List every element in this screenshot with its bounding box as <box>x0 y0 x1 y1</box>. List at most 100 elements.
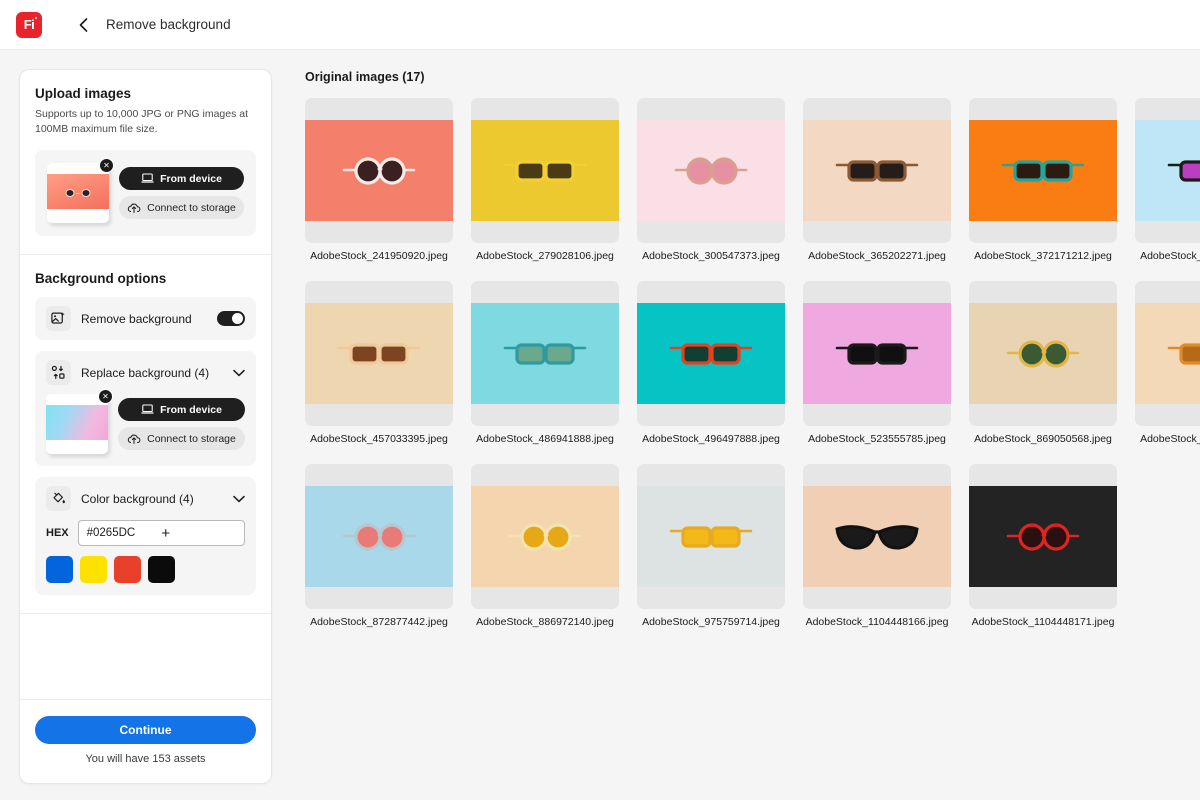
gallery-item[interactable]: AdobeStock_279028106.jpeg <box>471 98 619 262</box>
image-filename: AdobeStock_241950920.jpeg <box>305 250 453 262</box>
thumbnail-photo <box>803 486 951 587</box>
image-grid: AdobeStock_241950920.jpeg AdobeStock_279… <box>305 98 1200 628</box>
gallery-item[interactable]: AdobeStock_300547373.jpeg <box>637 98 785 262</box>
gallery-item[interactable]: AdobeStock_1104448171.jpeg <box>969 464 1117 628</box>
continue-button[interactable]: Continue <box>35 716 256 744</box>
image-thumbnail[interactable] <box>305 98 453 243</box>
image-thumbnail[interactable] <box>305 464 453 609</box>
replace-connect-storage-button[interactable]: Connect to storage <box>118 427 245 450</box>
remove-background-row[interactable]: Remove background <box>35 297 256 340</box>
image-thumbnail[interactable] <box>969 98 1117 243</box>
gallery-item[interactable]: AdobeStock_486941888.jpeg <box>471 281 619 445</box>
thumbnail-photo <box>471 486 619 587</box>
color-swatch-yellow[interactable] <box>80 556 107 583</box>
gallery-item[interactable]: AdobeStock_869050568.jpeg <box>969 281 1117 445</box>
gallery-item[interactable]: AdobeStock_372171212.jpeg <box>969 98 1117 262</box>
image-thumbnail[interactable] <box>1135 98 1200 243</box>
remove-replacement-preview-button[interactable]: ✕ <box>98 389 113 404</box>
firefly-logo[interactable]: Fi <box>16 12 42 38</box>
image-filename: AdobeStock_872877442.jpeg <box>305 616 453 628</box>
image-thumbnail[interactable] <box>637 98 785 243</box>
cloud-upload-icon <box>127 433 141 445</box>
color-swatch-black[interactable] <box>148 556 175 583</box>
replacement-image-preview[interactable]: ✕ <box>46 394 108 454</box>
image-filename: AdobeStock_975759714.jpeg <box>637 616 785 628</box>
cloud-upload-icon <box>127 202 141 214</box>
image-thumbnail[interactable] <box>969 281 1117 426</box>
image-thumbnail[interactable] <box>471 464 619 609</box>
image-thumbnail[interactable] <box>969 464 1117 609</box>
color-swatch-red[interactable] <box>114 556 141 583</box>
thumbnail-photo <box>471 303 619 404</box>
color-background-row[interactable]: Color background (4) <box>35 477 256 520</box>
replace-source-buttons: From device Connect to storage <box>118 398 245 450</box>
thumbnail-photo <box>305 303 453 404</box>
gallery-item[interactable]: AdobeStock_496497888.jpeg <box>637 281 785 445</box>
color-background-group: Color background (4) HEX #0265DC + <box>35 477 256 595</box>
remove-background-toggle[interactable] <box>217 311 245 326</box>
replace-background-body: ✕ From device <box>35 394 256 466</box>
hex-input[interactable]: #0265DC + <box>78 520 245 546</box>
replace-from-device-button[interactable]: From device <box>118 398 245 421</box>
gallery-item[interactable]: AdobeStock_523555785.jpeg <box>803 281 951 445</box>
thumbnail-photo <box>305 120 453 221</box>
image-filename: AdobeStock_869050568.jpeg <box>969 433 1117 445</box>
logo-spark-dot <box>35 17 37 19</box>
gallery-item[interactable]: AdobeStock_872877442.jpeg <box>305 464 453 628</box>
image-thumbnail[interactable] <box>637 464 785 609</box>
image-thumbnail[interactable] <box>471 98 619 243</box>
panel-footer: Continue You will have 153 assets <box>20 699 271 783</box>
gallery-item[interactable]: AdobeStock_886972140.jpeg <box>471 464 619 628</box>
color-swatch-blue[interactable] <box>46 556 73 583</box>
gallery-item[interactable]: AdobeStock_1104448166.jpeg <box>803 464 951 628</box>
assets-note: You will have 153 assets <box>35 753 256 765</box>
image-thumbnail[interactable] <box>803 281 951 426</box>
image-thumbnail[interactable] <box>471 281 619 426</box>
image-thumbnail[interactable] <box>1135 281 1200 426</box>
gallery-heading: Original images (17) <box>305 70 1200 84</box>
image-filename: AdobeStock_1104448171.jpeg <box>969 616 1117 628</box>
upload-from-device-button[interactable]: From device <box>119 167 244 190</box>
image-filename: AdobeStock_1104448166.jpeg <box>803 616 951 628</box>
thumbnail-photo <box>969 303 1117 404</box>
image-thumbnail[interactable] <box>803 464 951 609</box>
image-thumbnail[interactable] <box>637 281 785 426</box>
upload-section-hint: Supports up to 10,000 JPG or PNG images … <box>35 107 256 137</box>
add-color-button[interactable]: + <box>161 526 236 541</box>
upload-images-section: Upload images Supports up to 10,000 JPG … <box>20 70 271 255</box>
image-filename: AdobeStock_365202271.jpeg <box>803 250 951 262</box>
gallery-item[interactable]: AdobeStock_378654321.jpeg <box>1135 98 1200 262</box>
gallery-panel: Original images (17) AdobeStock_24195092… <box>272 50 1200 800</box>
chevron-down-icon[interactable] <box>233 364 245 382</box>
paint-bucket-icon <box>46 486 71 511</box>
thumbnail-photo <box>305 486 453 587</box>
image-thumbnail[interactable] <box>305 281 453 426</box>
thumbnail-photo <box>637 303 785 404</box>
thumbnail-photo <box>969 120 1117 221</box>
replace-background-row[interactable]: Replace background (4) <box>35 351 256 394</box>
image-thumbnail[interactable] <box>803 98 951 243</box>
uploaded-image-preview[interactable]: ✕ <box>47 163 109 223</box>
background-options-section: Background options Remove background <box>20 255 271 614</box>
thumbnail-photo <box>637 120 785 221</box>
laptop-icon <box>141 404 154 415</box>
replace-swap-icon <box>46 360 71 385</box>
upload-from-device-label: From device <box>160 173 222 185</box>
gallery-item[interactable]: AdobeStock_241950920.jpeg <box>305 98 453 262</box>
chevron-down-icon[interactable] <box>233 490 245 508</box>
gallery-item[interactable]: AdobeStock_457033395.jpeg <box>305 281 453 445</box>
gallery-item[interactable]: AdobeStock_975759714.jpeg <box>637 464 785 628</box>
replacement-photo <box>46 405 108 440</box>
gallery-item[interactable]: AdobeStock_871234567.jpeg <box>1135 281 1200 445</box>
remove-upload-preview-button[interactable]: ✕ <box>99 158 114 173</box>
image-filename: AdobeStock_457033395.jpeg <box>305 433 453 445</box>
upload-connect-storage-button[interactable]: Connect to storage <box>119 196 244 219</box>
upload-dropzone[interactable]: ✕ From device <box>35 150 256 236</box>
upload-source-buttons: From device Connect to storage <box>119 167 244 219</box>
image-filename: AdobeStock_372171212.jpeg <box>969 250 1117 262</box>
back-button[interactable] <box>74 16 92 34</box>
thumbnail-photo <box>1135 303 1200 404</box>
color-swatches <box>46 556 245 583</box>
image-filename: AdobeStock_486941888.jpeg <box>471 433 619 445</box>
gallery-item[interactable]: AdobeStock_365202271.jpeg <box>803 98 951 262</box>
